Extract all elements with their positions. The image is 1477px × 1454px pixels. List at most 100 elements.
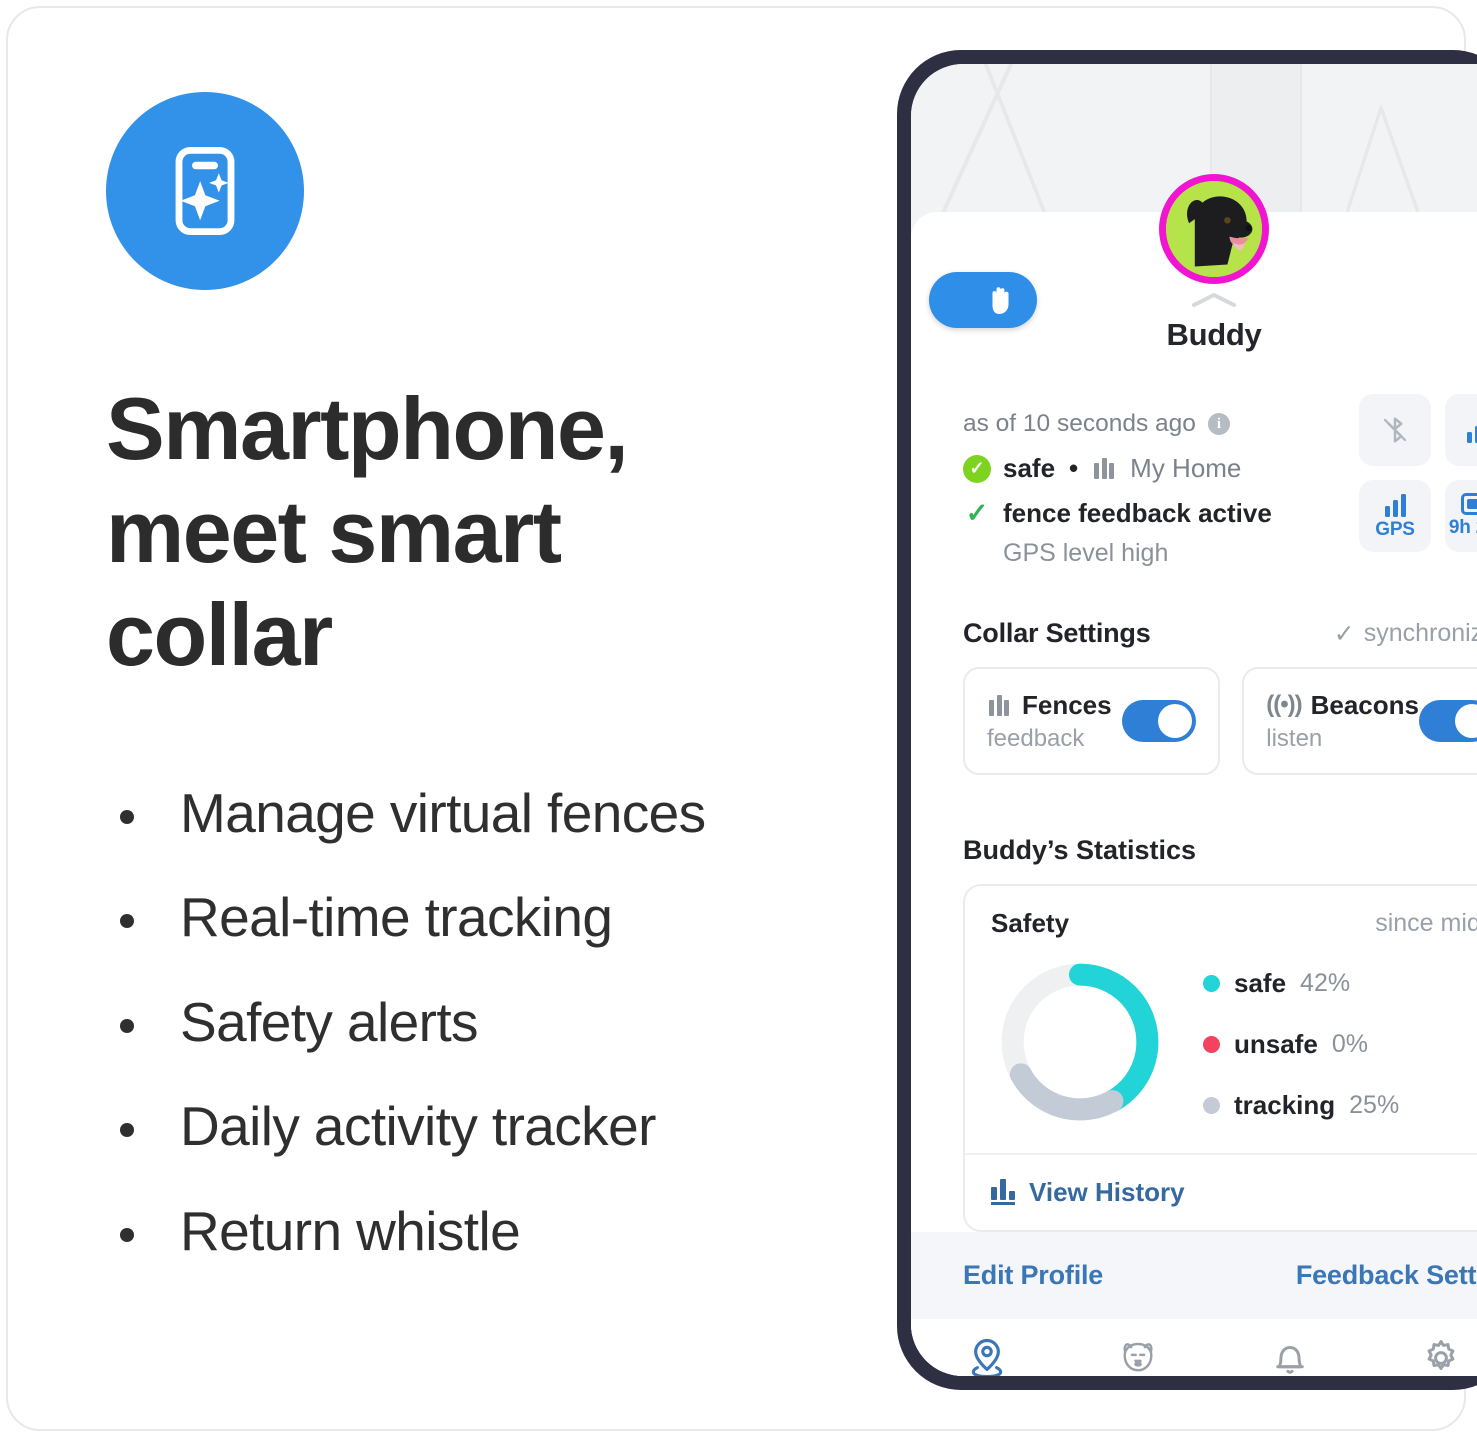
gps-tile[interactable]: GPS bbox=[1359, 480, 1431, 552]
nav-item-my-map[interactable]: My Map bbox=[911, 1337, 1063, 1376]
nav-item-notifications[interactable]: Notifications bbox=[1214, 1337, 1366, 1376]
page-title: Smartphone, meet smart collar bbox=[106, 379, 629, 684]
list-item-label: Manage virtual fences bbox=[180, 781, 706, 844]
map-pin-icon bbox=[971, 1338, 1002, 1376]
legend-item-unsafe: unsafe 0% bbox=[1203, 1029, 1399, 1060]
dog-avatar bbox=[1166, 181, 1262, 277]
setting-card-beacons[interactable]: ((•)) Beacons listen bbox=[1242, 667, 1477, 775]
setting-card-subtitle: feedback bbox=[987, 724, 1085, 752]
legend-label: safe bbox=[1234, 967, 1287, 998]
list-item-label: Safety alerts bbox=[180, 990, 479, 1053]
legend-dot bbox=[1203, 1035, 1220, 1053]
pet-name: Buddy bbox=[1166, 317, 1262, 352]
legend-value: 0% bbox=[1331, 1029, 1368, 1058]
status-separator: • bbox=[1069, 453, 1079, 483]
list-item-label: Return whistle bbox=[180, 1199, 521, 1262]
bar-chart-icon bbox=[991, 1178, 1015, 1205]
list-item: Real-time tracking bbox=[106, 887, 866, 948]
view-history-row[interactable]: View History bbox=[965, 1153, 1477, 1230]
info-icon[interactable]: i bbox=[1207, 413, 1230, 435]
check-icon: ✓ bbox=[1333, 619, 1355, 648]
safety-card-title: Safety bbox=[991, 908, 1070, 938]
fence-icon bbox=[1094, 458, 1115, 479]
battery-tile-label: 9h 25m bbox=[1448, 517, 1477, 538]
setting-card-title: Beacons bbox=[1310, 689, 1419, 720]
feedback-status-label: fence feedback active bbox=[1003, 498, 1272, 528]
bluetooth-off-tile[interactable] bbox=[1359, 394, 1431, 466]
status-place: My Home bbox=[1130, 453, 1242, 483]
feature-column: Smartphone, meet smart collar Manage vir… bbox=[106, 92, 866, 1305]
battery-tile[interactable]: 9h 25m bbox=[1445, 480, 1477, 552]
check-icon: ✓ bbox=[965, 498, 989, 528]
promo-slide: Smartphone, meet smart collar Manage vir… bbox=[0, 0, 1477, 1454]
safety-donut-chart bbox=[1001, 963, 1159, 1121]
bullet-dot bbox=[120, 1123, 134, 1138]
fence-icon bbox=[989, 694, 1009, 716]
beacons-toggle[interactable] bbox=[1419, 700, 1477, 742]
safety-card-period: since midnight bbox=[1375, 909, 1477, 937]
collar-settings-title: Collar Settings bbox=[963, 618, 1151, 648]
fences-toggle[interactable] bbox=[1122, 700, 1197, 742]
avatar[interactable] bbox=[1159, 174, 1269, 284]
bullet-dot bbox=[120, 809, 134, 824]
bluetooth-off-icon bbox=[1383, 417, 1407, 443]
legend-dot bbox=[1203, 1096, 1220, 1114]
statistics-section: Buddy’s Statistics Safety since midnight bbox=[911, 805, 1477, 1232]
beacon-icon: ((•)) bbox=[1266, 691, 1302, 718]
legend-label: tracking bbox=[1234, 1089, 1336, 1120]
signal-bars-icon bbox=[1466, 417, 1477, 443]
statistics-title: Buddy’s Statistics bbox=[963, 835, 1197, 865]
phone-mockup: Buddy as of 10 seconds ago i ✓ safe • My… bbox=[897, 50, 1477, 1390]
bottom-navigation: My Map Training bbox=[911, 1319, 1477, 1376]
dog-face-icon bbox=[1123, 1342, 1153, 1372]
bell-icon bbox=[1276, 1346, 1304, 1374]
legend-item-safe: safe 42% bbox=[1203, 968, 1399, 999]
status-timestamp-label: as of 10 seconds ago bbox=[963, 410, 1196, 437]
list-item: Manage virtual fences bbox=[106, 783, 866, 844]
gear-icon bbox=[1427, 1340, 1455, 1370]
smartphone-sparkle-icon bbox=[106, 92, 304, 290]
detail-sheet: as of 10 seconds ago i ✓ safe • My Home … bbox=[911, 212, 1477, 1376]
pet-header[interactable]: Buddy bbox=[1159, 174, 1269, 353]
setting-card-title: Fences bbox=[1022, 689, 1112, 720]
collar-settings-section: Collar Settings ✓ synchronized Fences bbox=[911, 594, 1477, 775]
feedback-settings-link[interactable]: Feedback Settings bbox=[1296, 1260, 1477, 1291]
setting-cards: Fences feedback ((•)) Beacons listen bbox=[963, 667, 1477, 775]
status-badge: safe bbox=[1003, 453, 1056, 483]
legend-label: unsafe bbox=[1234, 1028, 1318, 1059]
gps-tile-label: GPS bbox=[1375, 519, 1415, 540]
status-tiles: GPS 9h 25m bbox=[1359, 394, 1477, 552]
list-item: Safety alerts bbox=[106, 992, 866, 1053]
list-item-label: Real-time tracking bbox=[180, 886, 613, 949]
view-history-label: View History bbox=[1029, 1177, 1185, 1207]
safety-stat-card: Safety since midnight bbox=[963, 884, 1477, 1232]
bullet-dot bbox=[120, 1227, 134, 1242]
feature-list: Manage virtual fences Real-time tracking… bbox=[106, 783, 866, 1262]
list-item-label: Daily activity tracker bbox=[180, 1095, 656, 1158]
sync-status: ✓ synchronized bbox=[1334, 619, 1477, 649]
sheet-actions: Edit Profile Feedback Settings bbox=[911, 1232, 1477, 1319]
list-item: Return whistle bbox=[106, 1201, 866, 1262]
setting-card-fences[interactable]: Fences feedback bbox=[963, 667, 1221, 775]
hand-icon bbox=[992, 287, 1009, 314]
legend-value: 25% bbox=[1349, 1090, 1400, 1119]
nav-item-settings[interactable]: Settings bbox=[1366, 1337, 1477, 1376]
battery-icon bbox=[1461, 493, 1477, 515]
bullet-dot bbox=[120, 914, 134, 929]
chevron-up-icon[interactable] bbox=[1159, 290, 1269, 315]
sync-status-label: synchronized bbox=[1363, 619, 1477, 647]
phone-screen: Buddy as of 10 seconds ago i ✓ safe • My… bbox=[911, 64, 1477, 1376]
check-circle-icon: ✓ bbox=[963, 454, 991, 483]
signal-bars-icon bbox=[1384, 491, 1406, 517]
legend-value: 42% bbox=[1300, 968, 1351, 997]
legend-item-tracking: tracking 25% bbox=[1203, 1090, 1399, 1121]
legend-dot bbox=[1203, 974, 1220, 992]
map-pan-button[interactable] bbox=[929, 272, 1037, 328]
safety-legend: safe 42% unsafe 0% tracking 25% bbox=[1203, 964, 1399, 1121]
list-item: Daily activity tracker bbox=[106, 1096, 866, 1157]
edit-profile-link[interactable]: Edit Profile bbox=[963, 1260, 1103, 1291]
nav-item-training[interactable]: Training bbox=[1063, 1337, 1215, 1376]
signal-tile[interactable] bbox=[1445, 394, 1477, 466]
bullet-dot bbox=[120, 1018, 134, 1033]
setting-card-subtitle: listen bbox=[1266, 724, 1323, 752]
